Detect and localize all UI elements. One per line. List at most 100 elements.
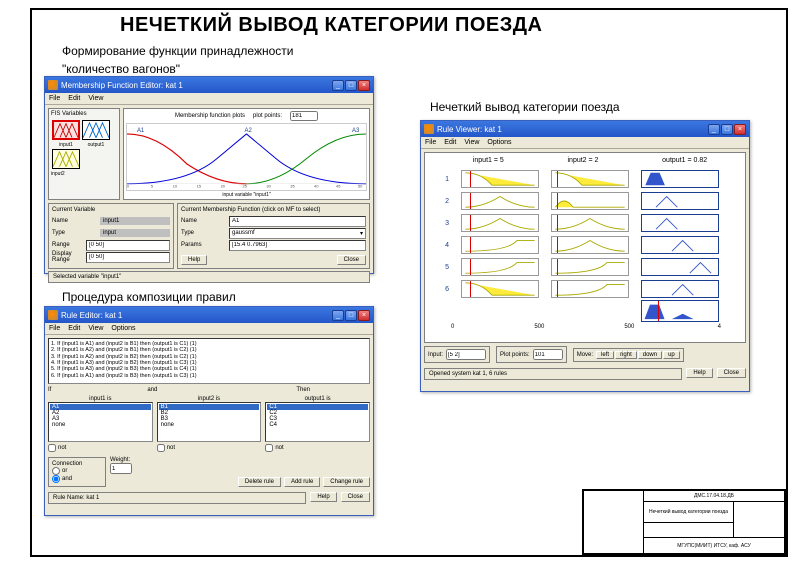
list-item[interactable]: none <box>159 422 260 428</box>
list-item[interactable]: C4 <box>267 422 368 428</box>
close-button-panel[interactable]: Close <box>717 368 746 378</box>
plot-points-input[interactable] <box>290 111 318 121</box>
svg-text:30: 30 <box>266 184 271 188</box>
or-radio[interactable] <box>52 467 60 475</box>
close-button-panel[interactable]: Close <box>341 492 370 502</box>
close-button[interactable]: × <box>358 80 370 91</box>
not-output1-checkbox[interactable] <box>265 444 273 452</box>
fis-output1-icon[interactable] <box>82 120 110 140</box>
win1-titlebar[interactable]: Membership Function Editor: kat 1 _ □ × <box>45 77 373 93</box>
move-down-button[interactable]: down <box>638 351 662 359</box>
move-label: Move: <box>577 352 593 358</box>
plot-label: Membership function plots <box>175 113 245 119</box>
input2-listbox[interactable]: B1 B2 B3 none <box>157 402 262 442</box>
svg-text:40: 40 <box>314 184 319 188</box>
minimize-button[interactable]: _ <box>708 124 720 135</box>
ruler-hi: 50 <box>624 324 631 330</box>
cv-title: Current Variable <box>52 207 170 213</box>
menu-view[interactable]: View <box>464 139 479 146</box>
help-button[interactable]: Help <box>181 255 207 265</box>
menu-options[interactable]: Options <box>111 325 135 332</box>
fis-input1-icon[interactable] <box>52 120 80 140</box>
close-button[interactable]: × <box>358 310 370 321</box>
menu-edit[interactable]: Edit <box>68 325 80 332</box>
row-num: 3 <box>441 220 449 227</box>
tb-org: МГУПС(МИИТ) ИТСУ, каф. АСУ <box>644 538 785 554</box>
svg-text:15: 15 <box>197 184 202 188</box>
svg-text:10: 10 <box>173 184 178 188</box>
delete-rule-button[interactable]: Delete rule <box>238 477 281 487</box>
not-input1-checkbox[interactable] <box>48 444 56 452</box>
page-title: НЕЧЕТКИЙ ВЫВОД КАТЕГОРИИ ПОЕЗДА <box>120 14 542 37</box>
output1-listbox[interactable]: C1 C2 C3 C4 <box>265 402 370 442</box>
maximize-button[interactable]: □ <box>721 124 733 135</box>
list-item[interactable]: none <box>50 422 151 428</box>
rule-viewer-grid[interactable]: input1 = 5 input2 = 2 output1 = 0.82 1 2… <box>424 152 746 343</box>
menu-file[interactable]: File <box>49 325 60 332</box>
win2-title: Rule Editor: kat 1 <box>61 311 332 320</box>
rules-listbox[interactable]: 1. If (input1 is A1) and (input2 is B1) … <box>48 338 370 384</box>
mf-cell <box>551 170 629 188</box>
win3-menubar: File Edit View Options <box>421 137 749 149</box>
close-button-panel[interactable]: Close <box>337 255 366 265</box>
maximize-button[interactable]: □ <box>345 310 357 321</box>
input1-listbox[interactable]: A1 A2 A3 none <box>48 402 153 442</box>
close-button[interactable]: × <box>734 124 746 135</box>
menu-edit[interactable]: Edit <box>68 95 80 102</box>
menu-options[interactable]: Options <box>487 139 511 146</box>
cmf-name-input[interactable] <box>229 216 366 227</box>
not-input2-checkbox[interactable] <box>157 444 165 452</box>
rule-item[interactable]: 6. If (input1 is A1) and (input2 is B3) … <box>51 373 367 379</box>
minimize-button[interactable]: _ <box>332 80 344 91</box>
connection-panel: Connection or and <box>48 457 106 487</box>
input-vector-input[interactable] <box>446 349 486 360</box>
drawing-title-block: ДМС.17.04.18.ДБ Нечеткий вывод категории… <box>582 489 786 555</box>
menu-edit[interactable]: Edit <box>444 139 456 146</box>
maximize-button[interactable]: □ <box>345 80 357 91</box>
move-right-button[interactable]: right <box>615 351 637 359</box>
plot-points-label: plot points: <box>253 113 282 119</box>
mf-cell <box>461 170 539 188</box>
help-button[interactable]: Help <box>310 492 336 502</box>
fis-input2-icon[interactable] <box>52 149 80 169</box>
win3-titlebar[interactable]: Rule Viewer: kat 1 _ □ × <box>421 121 749 137</box>
move-left-button[interactable]: left <box>596 351 614 359</box>
win2-titlebar[interactable]: Rule Editor: kat 1 _ □ × <box>45 307 373 323</box>
ruler-hi: 4 <box>718 324 721 330</box>
mf-cell <box>461 214 539 232</box>
matlab-icon <box>48 80 58 90</box>
row-num: 2 <box>441 198 449 205</box>
menu-file[interactable]: File <box>49 95 60 102</box>
add-rule-button[interactable]: Add rule <box>284 477 320 487</box>
plot-points-input[interactable] <box>533 349 563 360</box>
cv-range-input[interactable] <box>86 240 170 251</box>
menu-view[interactable]: View <box>88 95 103 102</box>
weight-input[interactable] <box>110 463 132 474</box>
fis-output1-label: output1 <box>88 142 105 148</box>
and-radio[interactable] <box>52 475 60 483</box>
svg-text:35: 35 <box>290 184 295 188</box>
current-mf-panel: Current Membership Function (click on MF… <box>177 203 370 269</box>
move-up-button[interactable]: up <box>663 351 680 359</box>
menu-view[interactable]: View <box>88 325 103 332</box>
cv-drange-label: Display Range <box>52 251 86 263</box>
cmf-type-select[interactable]: gaussmf▾ <box>229 228 366 239</box>
change-rule-button[interactable]: Change rule <box>323 477 370 487</box>
aggregate-output-cell <box>641 300 719 322</box>
cv-drange-input[interactable] <box>86 252 170 263</box>
cmf-params-input[interactable] <box>229 240 366 251</box>
rule-viewer-window: Rule Viewer: kat 1 _ □ × File Edit View … <box>420 120 750 392</box>
win3-status: Opened system kat 1, 6 rules <box>424 368 682 380</box>
mf-cell <box>641 192 719 210</box>
not-label: not <box>275 445 283 451</box>
or-label: or <box>62 468 67 474</box>
menu-file[interactable]: File <box>425 139 436 146</box>
caption-rules: Процедура композиции правил <box>62 290 236 304</box>
mf-cell <box>461 258 539 276</box>
cv-type-label: Type <box>52 230 100 236</box>
help-button[interactable]: Help <box>686 368 712 378</box>
minimize-button[interactable]: _ <box>332 310 344 321</box>
hdr-input1: input1 = 5 <box>473 157 504 164</box>
mf-chart[interactable]: A1 A2 A3 05101520253035404550 <box>126 123 367 191</box>
mf-cell <box>461 192 539 210</box>
